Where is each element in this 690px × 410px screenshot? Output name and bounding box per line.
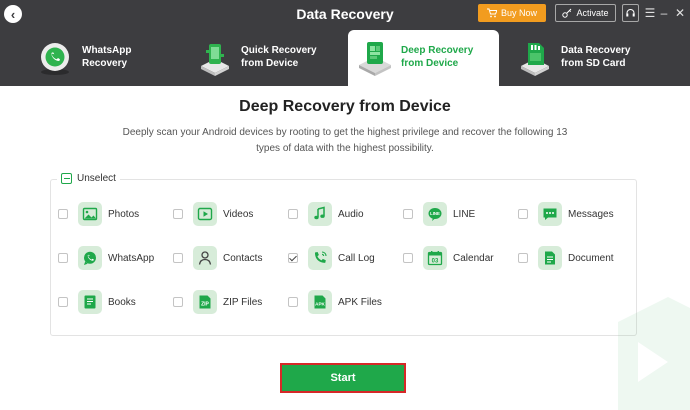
apk-files-label: APK Files [338,296,382,308]
calendar-label: Calendar [453,252,494,264]
start-button[interactable]: Start [280,363,406,393]
data-type-messages[interactable]: Messages [518,201,614,227]
messages-icon [538,202,562,226]
start-label: Start [330,372,356,384]
whatsapp-checkbox[interactable] [58,253,68,263]
tab-label: WhatsApp Recovery [82,45,132,69]
call-log-label: Call Log [338,252,375,264]
data-type-photos[interactable]: Photos [58,201,139,227]
page-description: Deeply scan your Android devices by root… [122,127,568,154]
data-type-zip-files[interactable]: ZIP ZIP Files [173,289,262,315]
document-icon [538,246,562,270]
books-checkbox[interactable] [58,297,68,307]
photos-icon [78,202,102,226]
svg-text:03: 03 [432,259,439,265]
activate-button[interactable]: Activate [555,4,616,22]
app-window: ‹ Data Recovery Buy Now Activate ☰ – ✕ W… [0,0,690,410]
support-icon[interactable] [622,4,639,22]
messages-label: Messages [568,208,614,220]
data-type-call-log[interactable]: Call Log [288,245,375,271]
data-type-calendar[interactable]: 03 Calendar [403,245,494,271]
audio-label: Audio [338,208,364,220]
calendar-checkbox[interactable] [403,253,413,263]
whatsapp-icon [78,246,102,270]
unselect-checkbox[interactable] [61,173,72,184]
line-icon: LINE [423,202,447,226]
svg-text:ZIP: ZIP [201,302,209,308]
minimize-icon[interactable]: – [656,4,672,22]
whatsapp-label: WhatsApp [108,252,155,264]
zip-files-label: ZIP Files [223,296,263,308]
calendar-icon: 03 [423,246,447,270]
activate-label: Activate [576,8,609,18]
page-title: Deep Recovery from Device [239,98,451,115]
apk-files-icon: APK [308,290,332,314]
buy-now-label: Buy Now [500,8,537,18]
data-type-videos[interactable]: Videos [173,201,253,227]
tab-deep-recovery[interactable]: Deep Recovery from Device [348,30,499,86]
buy-now-button[interactable]: Buy Now [478,4,546,22]
tab-label: Deep Recovery from Device [401,45,474,69]
contacts-label: Contacts [223,252,263,264]
call-log-checkbox[interactable] [288,253,298,263]
key-icon [562,8,572,18]
whatsapp-recovery-icon [41,43,69,75]
cart-icon [486,8,497,18]
tab-label: Quick Recovery from Device [241,45,317,69]
audio-icon [308,202,332,226]
books-label: Books [108,296,136,308]
svg-text:APK: APK [315,302,325,307]
tab-sd-card-recovery[interactable]: Data Recovery from SD Card [510,30,660,86]
sd-card-icon [521,43,549,76]
tab-label: Data Recovery from SD Card [561,45,631,69]
data-type-document[interactable]: Document [518,245,614,271]
data-type-contacts[interactable]: Contacts [173,245,262,271]
deep-recovery-icon [359,42,391,76]
svg-text:LINE: LINE [430,211,440,216]
data-type-whatsapp[interactable]: WhatsApp [58,245,154,271]
apk-files-checkbox[interactable] [288,297,298,307]
title-bar: ‹ Data Recovery Buy Now Activate ☰ – ✕ [0,0,690,27]
contacts-checkbox[interactable] [173,253,183,263]
data-type-books[interactable]: Books [58,289,136,315]
tab-whatsapp-recovery[interactable]: WhatsApp Recovery [30,30,180,86]
line-label: LINE [453,208,476,220]
decorative-cube-graphic [618,297,690,410]
data-type-line[interactable]: LINE LINE [403,201,475,227]
quick-recovery-icon [201,44,229,76]
document-label: Document [568,252,614,264]
videos-checkbox[interactable] [173,209,183,219]
audio-checkbox[interactable] [288,209,298,219]
data-type-audio[interactable]: Audio [288,201,364,227]
videos-icon [193,202,217,226]
zip-files-icon: ZIP [193,290,217,314]
books-icon [78,290,102,314]
unselect-label: Unselect [77,173,116,184]
tab-quick-recovery[interactable]: Quick Recovery from Device [190,30,340,86]
zip-files-checkbox[interactable] [173,297,183,307]
photos-checkbox[interactable] [58,209,68,219]
close-icon[interactable]: ✕ [672,4,688,22]
unselect-toggle[interactable]: Unselect [57,173,120,184]
messages-checkbox[interactable] [518,209,528,219]
contacts-icon [193,246,217,270]
videos-label: Videos [223,208,254,220]
line-checkbox[interactable] [403,209,413,219]
call-log-icon [308,246,332,270]
photos-label: Photos [108,208,140,220]
document-checkbox[interactable] [518,253,528,263]
data-type-apk-files[interactable]: APK APK Files [288,289,382,315]
